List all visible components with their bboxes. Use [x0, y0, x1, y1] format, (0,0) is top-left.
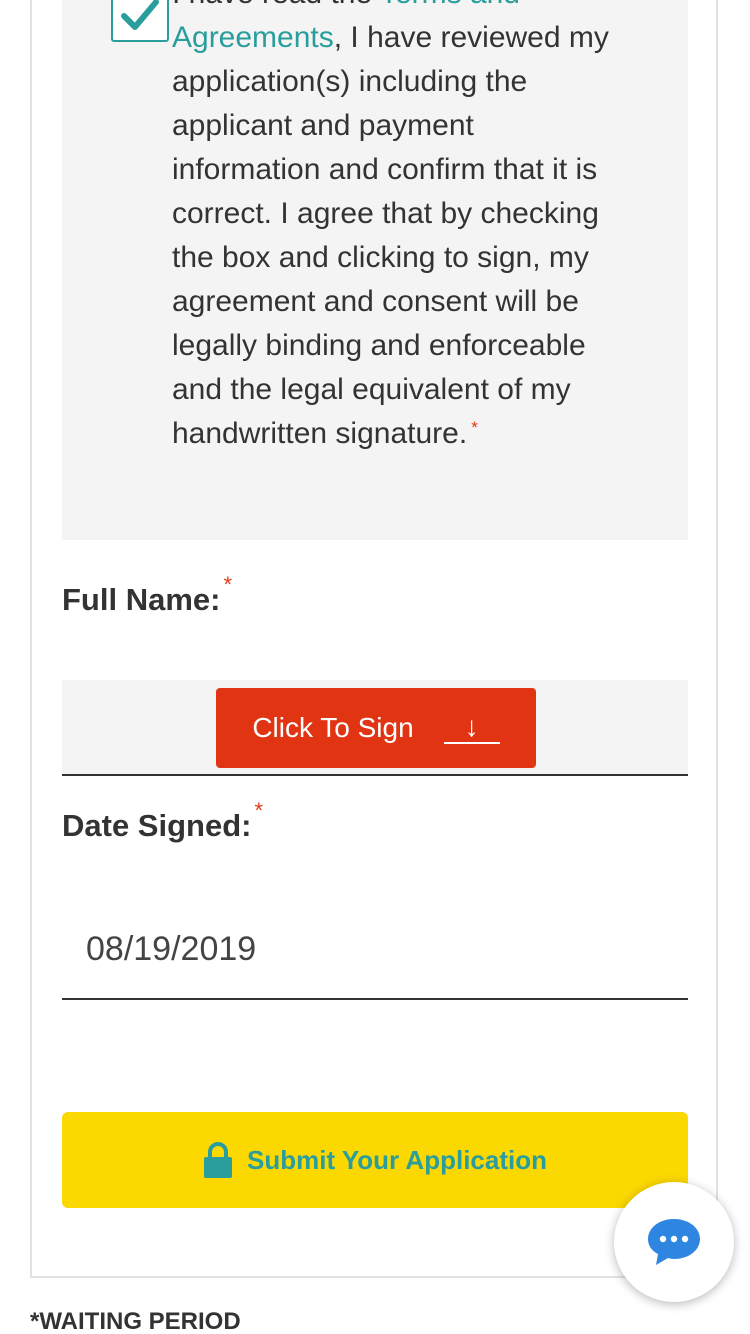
- arrow-down-icon: ↓: [443, 712, 500, 744]
- lock-icon: [204, 1142, 233, 1178]
- waiting-period-heading: *WAITING PERIOD: [30, 1308, 241, 1334]
- click-to-sign-button[interactable]: Click To Sign ↓: [216, 688, 536, 768]
- submit-application-button[interactable]: Submit Your Application: [62, 1112, 688, 1208]
- page: I have read the Terms and Agreements, I …: [0, 0, 750, 1334]
- required-mark: *: [223, 572, 233, 597]
- checkmark-icon: [121, 0, 159, 30]
- required-mark: *: [254, 798, 264, 823]
- chat-button[interactable]: [614, 1182, 734, 1302]
- full-name-label-text: Full Name:: [62, 582, 221, 617]
- date-signed-label: Date Signed: *: [62, 798, 263, 844]
- date-signed-label-text: Date Signed:: [62, 808, 252, 843]
- consent-text-after: , I have reviewed my application(s) incl…: [172, 21, 609, 450]
- required-mark: *: [471, 418, 478, 437]
- submit-application-label: Submit Your Application: [247, 1144, 547, 1175]
- chat-bubble-icon: [648, 1219, 700, 1265]
- consent-text-before: I have read the: [172, 0, 380, 10]
- date-signed-input[interactable]: [86, 930, 646, 969]
- click-to-sign-label: Click To Sign: [252, 712, 414, 743]
- date-signed-field: [62, 906, 688, 1000]
- consent-checkbox[interactable]: [111, 0, 169, 42]
- consent-text: I have read the Terms and Agreements, I …: [172, 0, 622, 456]
- full-name-label: Full Name: *: [62, 572, 232, 618]
